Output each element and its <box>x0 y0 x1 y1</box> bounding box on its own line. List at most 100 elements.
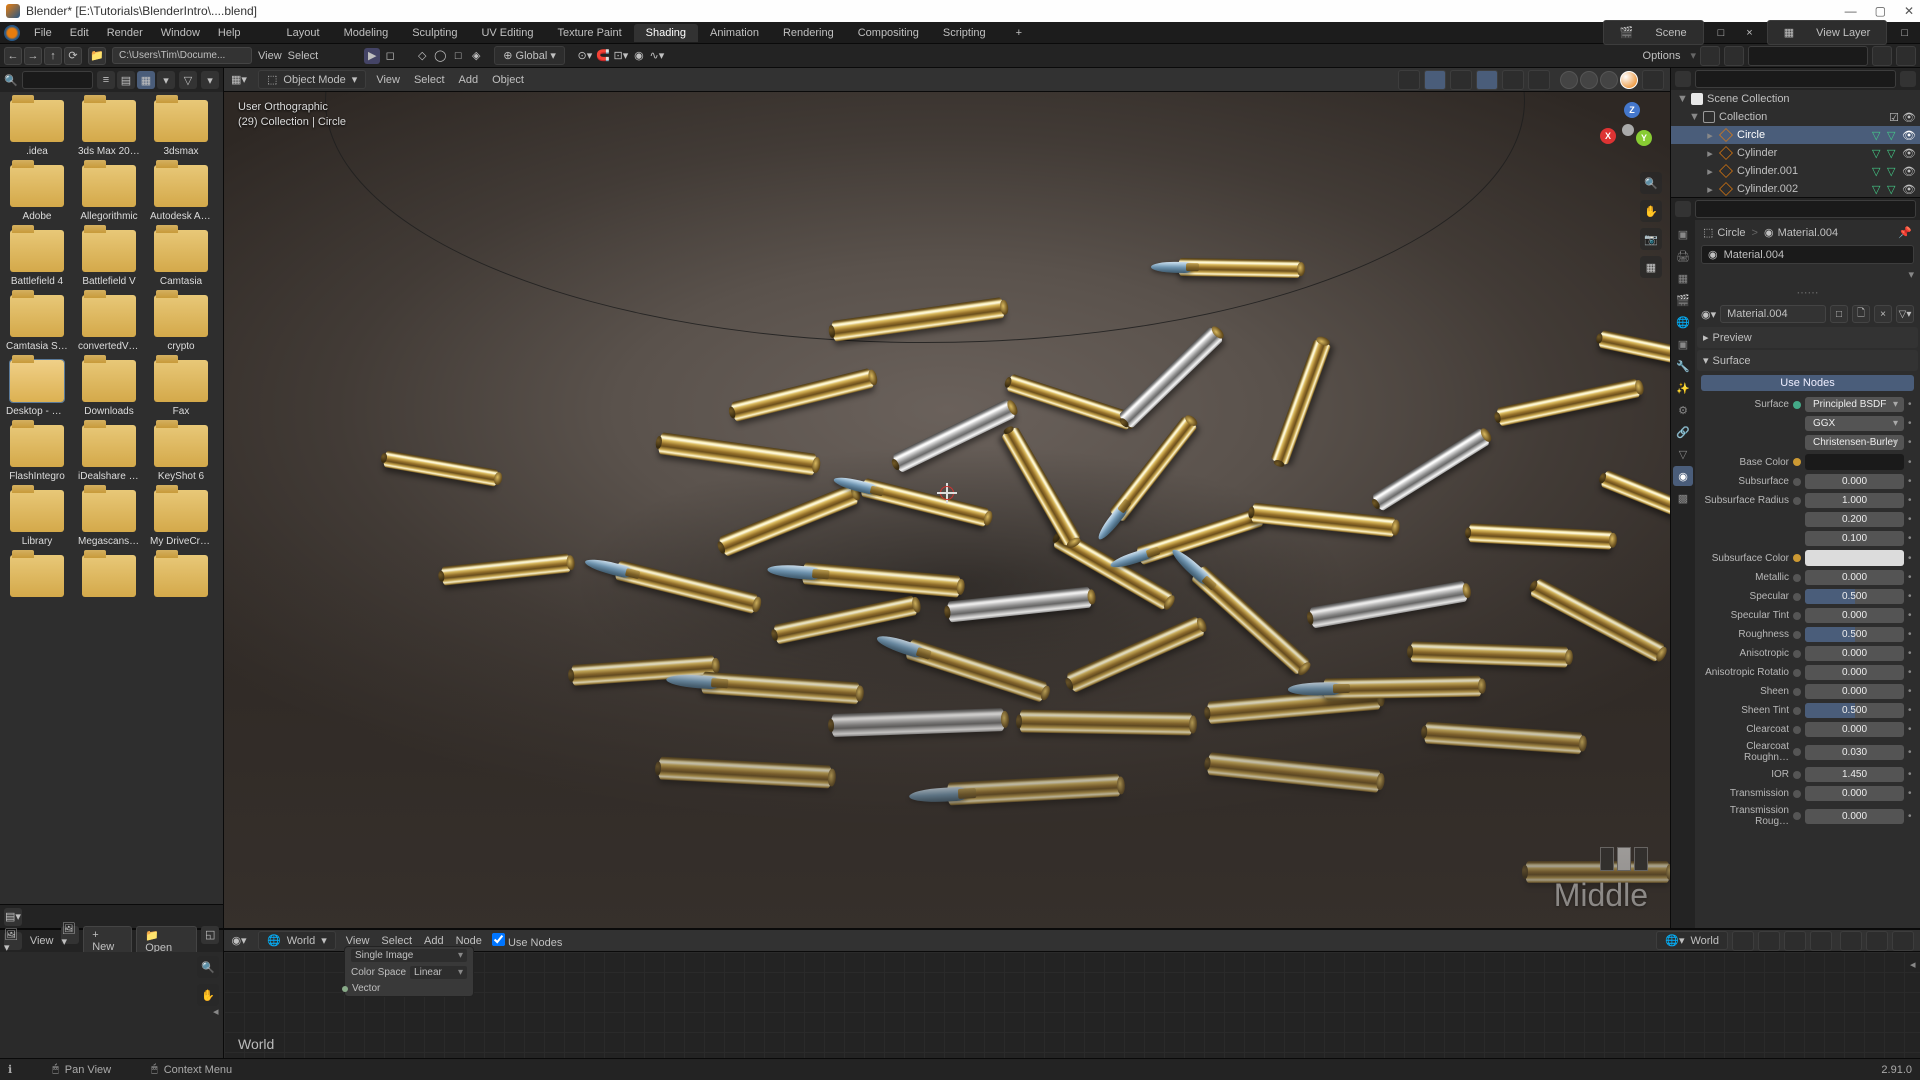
ne-menu-view[interactable]: View <box>346 935 370 947</box>
material-name-input[interactable]: Material.004 <box>1720 305 1826 323</box>
camera-icon[interactable]: 📷 <box>1640 228 1662 250</box>
checkbox-icon[interactable]: ☑ <box>1889 111 1899 124</box>
workspace-uv[interactable]: UV Editing <box>469 24 545 42</box>
keyframe-dot[interactable]: • <box>1908 724 1914 735</box>
maximize-button[interactable]: ▢ <box>1875 4 1886 18</box>
keyframe-dot[interactable]: • <box>1908 686 1914 697</box>
view-list-icon[interactable]: ≡ <box>97 71 115 89</box>
menu-render[interactable]: Render <box>99 24 151 42</box>
visibility-selectability-icon[interactable] <box>1398 70 1420 90</box>
socket-dot-icon[interactable] <box>1793 650 1801 658</box>
property-value-input[interactable]: 0.100 <box>1805 531 1904 546</box>
keyframe-dot[interactable]: • <box>1908 648 1914 659</box>
chevron-down-icon[interactable]: ▾ <box>1908 268 1914 284</box>
keyframe-dot[interactable]: • <box>1908 667 1914 678</box>
pin-icon[interactable]: 📌 <box>1898 226 1912 239</box>
folder-item[interactable]: My DriveCryp… <box>148 490 214 547</box>
keyframe-dot[interactable]: • <box>1908 553 1914 564</box>
folder-item[interactable]: Adobe <box>4 165 70 222</box>
scene-delete-icon[interactable]: × <box>1738 24 1760 42</box>
ne-menu-select[interactable]: Select <box>381 935 412 947</box>
breadcrumb-material[interactable]: Material.004 <box>1778 227 1839 239</box>
file-search-input[interactable] <box>22 71 93 89</box>
eye-icon[interactable]: 👁 <box>1902 129 1916 142</box>
new-folder-button[interactable]: 📁 <box>88 47 106 65</box>
forward-button[interactable]: → <box>24 47 42 65</box>
props-search-input[interactable] <box>1695 200 1916 218</box>
property-value-input[interactable]: 1.000 <box>1805 493 1904 508</box>
socket-dot-icon[interactable] <box>1793 669 1801 677</box>
material-data-icon[interactable]: ▽ <box>1887 129 1899 141</box>
copy-button[interactable] <box>1758 931 1780 951</box>
outliner-object-row[interactable]: ▸Circle▽▽👁 <box>1671 126 1920 144</box>
gizmos-dropdown[interactable] <box>1450 70 1472 90</box>
plus-icon[interactable] <box>1896 46 1916 66</box>
property-value-input[interactable]: 0.000 <box>1805 786 1904 801</box>
folder-item[interactable]: Battlefield V <box>76 230 142 287</box>
shader-type-dropdown[interactable]: 🌐 World ▾ <box>258 931 336 950</box>
menu-help[interactable]: Help <box>210 24 249 42</box>
triangle-down-icon[interactable]: ▼ <box>1689 111 1699 123</box>
vp-menu-object[interactable]: Object <box>492 74 524 86</box>
gizmo-center[interactable] <box>1622 124 1634 136</box>
cursor-tool-icon[interactable]: ▶ <box>364 48 380 64</box>
select-menu[interactable]: Select <box>288 50 319 62</box>
property-value-input[interactable]: 0.000 <box>1805 646 1904 661</box>
keyframe-dot[interactable]: • <box>1908 572 1914 583</box>
cursor-box-icon[interactable]: ◻ <box>382 48 398 64</box>
keyframe-dot[interactable]: • <box>1908 533 1914 544</box>
keyframe-dot[interactable]: • <box>1908 769 1914 780</box>
xray-toggle[interactable] <box>1528 70 1550 90</box>
view-filter-chevron[interactable]: ▾ <box>157 71 175 89</box>
workspace-compositing[interactable]: Compositing <box>846 24 931 42</box>
workspace-rendering[interactable]: Rendering <box>771 24 846 42</box>
funnel-icon[interactable] <box>1872 46 1892 66</box>
workspace-shading[interactable]: Shading <box>634 24 698 42</box>
interaction-mode-dropdown[interactable]: ⬚ Object Mode ▾ <box>258 70 366 89</box>
overlays-toggle[interactable] <box>1476 70 1498 90</box>
manipulator-transform-icon[interactable]: ◈ <box>468 48 484 64</box>
socket-dot-icon[interactable] <box>1793 771 1801 779</box>
triangle-right-icon[interactable]: ▸ <box>1705 165 1715 178</box>
ne-menu-node[interactable]: Node <box>456 935 482 947</box>
scene-new-icon[interactable]: □ <box>1710 24 1733 42</box>
back-button[interactable]: ← <box>4 47 22 65</box>
viewlayer-new-icon[interactable]: □ <box>1893 24 1916 42</box>
menu-file[interactable]: File <box>26 24 60 42</box>
triangle-down-icon[interactable]: ▼ <box>1677 93 1687 105</box>
pan-icon[interactable]: ✋ <box>1640 200 1662 222</box>
surface-panel-header[interactable]: ▾ Surface <box>1697 350 1918 371</box>
3d-viewport[interactable]: User Orthographic (29) Collection | Circ… <box>224 92 1670 928</box>
add-workspace-button[interactable]: + <box>1008 24 1030 42</box>
manipulator-rotate-icon[interactable]: ◯ <box>432 48 448 64</box>
folder-item[interactable] <box>4 555 70 601</box>
editor-type-viewport-icon[interactable]: ▦▾ <box>230 71 248 89</box>
eye-icon[interactable]: 👁 <box>1902 165 1916 178</box>
material-data-icon[interactable]: ▽ <box>1887 165 1899 177</box>
color-swatch[interactable] <box>1805 454 1904 470</box>
property-value-input[interactable]: 0.030 <box>1805 745 1904 760</box>
viewlayer-selector[interactable]: ▦ View Layer <box>1767 20 1888 45</box>
keyframe-dot[interactable]: • <box>1908 788 1914 799</box>
drag-handle[interactable]: ⋯⋯ <box>1697 286 1918 299</box>
folder-item[interactable]: crypto <box>148 295 214 352</box>
ne-menu-add[interactable]: Add <box>424 935 444 947</box>
socket-dot-icon[interactable] <box>1793 707 1801 715</box>
navigation-gizmo[interactable]: Z X Y <box>1600 102 1656 158</box>
folder-item[interactable]: Fax <box>148 360 214 417</box>
property-value-input[interactable]: 0.500 <box>1805 627 1904 642</box>
folder-item[interactable]: .idea <box>4 100 70 157</box>
keyframe-dot[interactable]: • <box>1908 457 1914 468</box>
property-value-input[interactable]: 0.000 <box>1805 684 1904 699</box>
keyframe-dot[interactable]: • <box>1908 514 1914 525</box>
tab-texture[interactable]: ▩ <box>1673 488 1693 508</box>
sidebar-toggle-icon[interactable]: ◂ <box>213 1005 223 1018</box>
socket-dot-icon[interactable] <box>1793 688 1801 696</box>
pan-icon[interactable]: ✋ <box>197 984 219 1006</box>
keyframe-dot[interactable]: • <box>1908 476 1914 487</box>
property-value-input[interactable]: 0.000 <box>1805 665 1904 680</box>
tab-object[interactable]: ▣ <box>1673 334 1693 354</box>
outliner-scene-collection[interactable]: ▼ Scene Collection <box>1671 90 1920 108</box>
outliner-object-row[interactable]: ▸Cylinder▽▽👁 <box>1671 144 1920 162</box>
outliner-object-row[interactable]: ▸Cylinder.001▽▽👁 <box>1671 162 1920 180</box>
